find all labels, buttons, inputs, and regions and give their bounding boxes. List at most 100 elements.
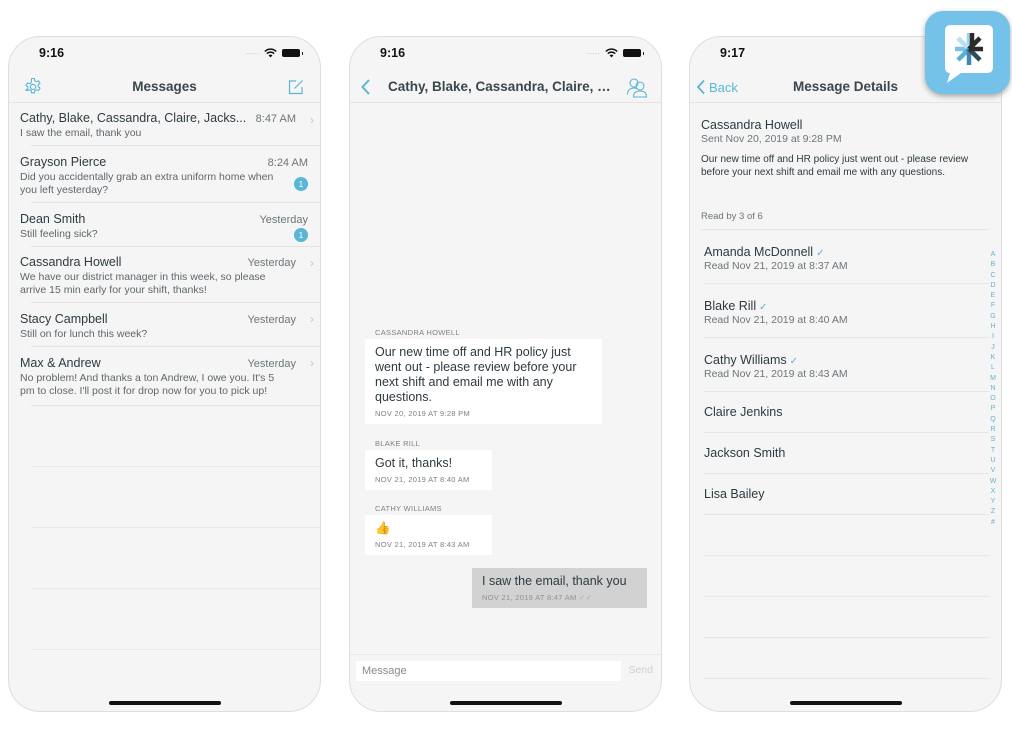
check-icon: ✓ [759, 302, 768, 313]
conversation-row[interactable]: Max & Andrew Yesterday › No problem! And … [9, 347, 320, 406]
alphabet-index-letter[interactable]: K [991, 353, 996, 363]
alphabet-index-letter[interactable]: H [990, 322, 995, 332]
alphabet-index-letter[interactable]: G [990, 312, 995, 322]
alphabet-index-letter[interactable]: U [990, 456, 995, 466]
message-sender: CATHY WILLIAMS [375, 504, 442, 513]
alphabet-index-letter[interactable]: V [991, 466, 996, 476]
check-icon: ✓ [816, 248, 825, 259]
conversation-time: Yesterday [247, 314, 296, 326]
alphabet-index[interactable]: A B C D E F G H I J K L M N O P Q R S T U V W X Y Z # [988, 250, 998, 528]
recipient-name: Jackson Smith [704, 446, 786, 460]
alphabet-index-letter[interactable]: F [991, 301, 995, 311]
back-button[interactable] [354, 75, 378, 99]
chevron-right-icon: › [310, 312, 314, 326]
divider [31, 405, 320, 406]
page-title: Messages [132, 79, 197, 94]
chevron-right-icon: › [310, 113, 314, 127]
chevron-right-icon: › [310, 356, 314, 370]
conversation-time: 8:47 AM [255, 113, 296, 125]
home-indicator[interactable] [108, 701, 221, 705]
recipient-row[interactable]: Amanda McDonnell ✓ Read Nov 21, 2019 at 8… [704, 230, 989, 284]
divider [31, 589, 320, 650]
status-bar: 9:16 ····· [350, 37, 661, 69]
conversation-list: Cathy, Blake, Cassandra, Claire, Jacks..… [9, 104, 320, 650]
conversation-time: Yesterday [247, 257, 296, 269]
read-receipt-icon: ✓✓ [578, 593, 593, 602]
alphabet-index-letter[interactable]: O [990, 394, 995, 404]
alphabet-index-letter[interactable]: T [991, 446, 995, 456]
chevron-left-icon [361, 79, 370, 95]
recipient-name: Claire Jenkins [704, 405, 783, 419]
status-bar: 9:16 ····· [9, 37, 320, 69]
recipient-row[interactable]: Cathy Williams ✓ Read Nov 21, 2019 at 8:4… [704, 338, 989, 392]
divider [704, 597, 989, 638]
recipient-row[interactable]: Claire Jenkins [704, 392, 989, 433]
message-author: Cassandra Howell [701, 118, 803, 132]
conversation-name: Cathy, Blake, Cassandra, Claire, Jacks..… [20, 111, 247, 125]
home-indicator[interactable] [789, 701, 902, 705]
recipient-row[interactable]: Blake Rill ✓ Read Nov 21, 2019 at 8:40 AM [704, 284, 989, 338]
chat-thread-screen: 9:16 ····· Cathy, Blake, Cassandra, Clai… [349, 36, 662, 712]
conversation-row[interactable]: Grayson Pierce 8:24 AM Did you accidental… [9, 146, 320, 203]
alphabet-index-letter[interactable]: L [991, 363, 995, 373]
conversation-row[interactable]: Dean Smith Yesterday Still feeling sick? … [9, 203, 320, 247]
read-timestamp: Read Nov 21, 2019 at 8:40 AM [704, 314, 848, 326]
conversation-row[interactable]: Cassandra Howell Yesterday › We have our … [9, 247, 320, 303]
alphabet-index-letter[interactable]: R [990, 425, 995, 435]
status-time: 9:17 [720, 46, 746, 60]
alphabet-index-letter[interactable]: D [990, 281, 995, 291]
chat-bubble-logo-icon [945, 25, 993, 83]
alphabet-index-letter[interactable]: P [991, 404, 996, 414]
conversation-row[interactable]: Stacy Campbell Yesterday › Still on for l… [9, 303, 320, 347]
compose-button[interactable] [284, 75, 308, 99]
message-text: Got it, thanks! [375, 456, 453, 470]
nav-bar: Cathy, Blake, Cassandra, Claire, Jac... [350, 69, 661, 103]
alphabet-index-letter[interactable]: Q [990, 415, 995, 425]
empty-rows [704, 515, 989, 679]
message-bubble[interactable]: 👍 NOV 21, 2019 AT 8:43 AM [365, 515, 492, 555]
outgoing-message-bubble[interactable]: I saw the email, thank you NOV 21, 2019 … [472, 568, 647, 608]
alphabet-index-letter[interactable]: E [991, 291, 996, 301]
alphabet-index-letter[interactable]: J [991, 343, 995, 353]
message-details: Cassandra Howell Sent Nov 20, 2019 at 9:… [690, 104, 1001, 711]
conversation-preview: No problem! And thanks a ton Andrew, I o… [20, 372, 275, 397]
message-date: NOV 21, 2019 AT 8:40 AM [375, 475, 470, 484]
status-time: 9:16 [39, 46, 65, 60]
conversation-name: Grayson Pierce [20, 155, 107, 169]
message-text: Our new time off and HR policy just went… [375, 345, 577, 404]
conversation-preview: Did you accidentally grab an extra unifo… [20, 171, 274, 196]
alphabet-index-letter[interactable]: X [991, 487, 996, 497]
message-body: Our new time off and HR policy just went… [701, 154, 969, 178]
alphabet-index-letter[interactable]: I [992, 332, 994, 342]
message-input[interactable] [356, 661, 621, 681]
alphabet-index-letter[interactable]: W [990, 477, 997, 487]
conversation-preview: We have our district manager in this wee… [20, 271, 266, 296]
alphabet-index-letter[interactable]: S [991, 435, 996, 445]
alphabet-index-letter[interactable]: B [991, 260, 996, 270]
alphabet-index-letter[interactable]: M [990, 374, 996, 384]
message-text: I saw the email, thank you [482, 574, 627, 588]
alphabet-index-letter[interactable]: N [990, 384, 995, 394]
message-bubble[interactable]: Got it, thanks! NOV 21, 2019 AT 8:40 AM [365, 450, 492, 490]
message-bubble[interactable]: Our new time off and HR policy just went… [365, 339, 602, 424]
conversation-name: Dean Smith [20, 212, 86, 226]
divider [31, 528, 320, 589]
signal-icon: ····· [245, 49, 259, 58]
alphabet-index-letter[interactable]: Y [991, 497, 996, 507]
recipient-row[interactable]: Jackson Smith [704, 433, 989, 474]
alphabet-index-letter[interactable]: A [991, 250, 996, 260]
conversation-row[interactable]: Cathy, Blake, Cassandra, Claire, Jacks..… [9, 104, 320, 146]
read-timestamp: Read Nov 21, 2019 at 8:37 AM [704, 260, 848, 272]
alphabet-index-letter[interactable]: C [990, 271, 995, 281]
signal-icon: ····· [586, 49, 600, 58]
battery-icon [282, 49, 303, 57]
recipient-row[interactable]: Lisa Bailey [704, 474, 989, 515]
members-button[interactable] [625, 75, 649, 99]
alphabet-index-letter[interactable]: # [991, 518, 995, 528]
recipient-name: Amanda McDonnell [704, 245, 814, 259]
read-count: Read by 3 of 6 [701, 211, 763, 222]
send-button[interactable]: Send [628, 664, 653, 676]
alphabet-index-letter[interactable]: Z [991, 507, 995, 517]
unread-badge: 1 [294, 177, 308, 191]
home-indicator[interactable] [449, 701, 562, 705]
